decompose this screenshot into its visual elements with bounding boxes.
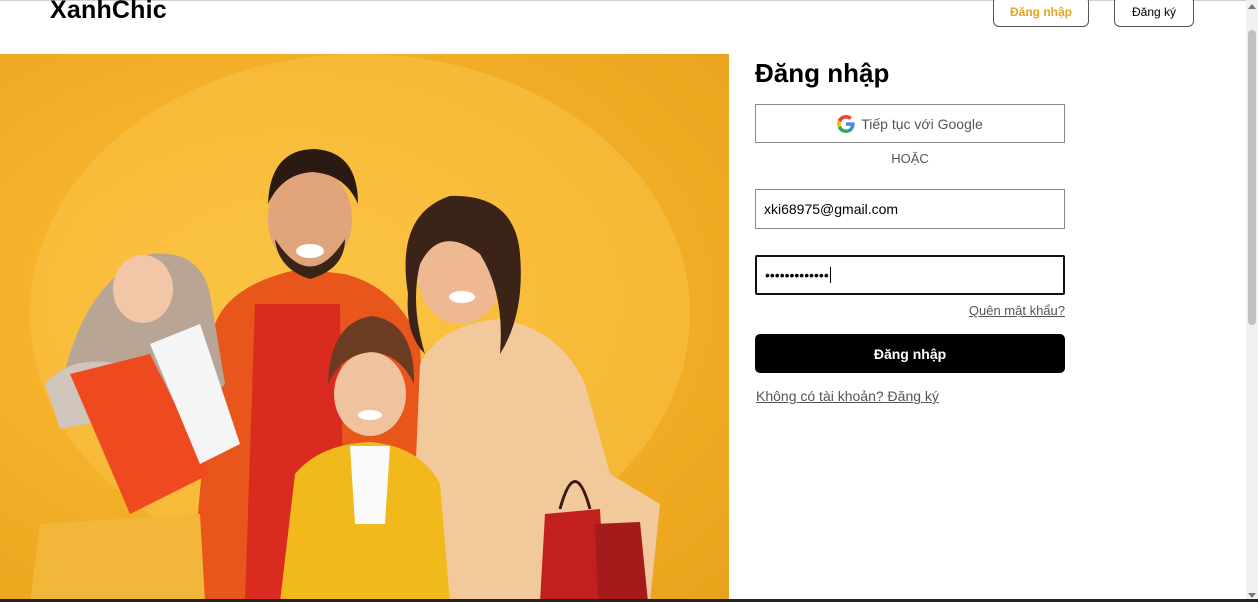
signup-link[interactable]: Không có tài khoản? Đăng ký [756, 388, 939, 404]
hero-image [0, 54, 729, 602]
page-title: Đăng nhập [755, 58, 890, 88]
password-value: ••••••••••••• [765, 267, 829, 283]
header-signup-button[interactable]: Đăng ký [1114, 0, 1194, 27]
family-shopping-photo [30, 54, 690, 602]
or-divider: HOẶC [891, 151, 929, 166]
page: XanhChic Đăng nhập Đăng ký Đăng nhập Tiế… [0, 0, 1258, 602]
brand-logo[interactable]: XanhChic [50, 0, 167, 25]
google-login-label: Tiếp tục với Google [861, 115, 983, 132]
login-submit-button[interactable]: Đăng nhập [755, 334, 1065, 373]
page-scrollbar[interactable] [1246, 0, 1258, 602]
forgot-password-link[interactable]: Quên mật khẩu? [900, 303, 1065, 318]
scroll-down-icon[interactable] [1248, 593, 1256, 598]
scroll-up-icon[interactable] [1248, 4, 1256, 9]
google-login-button[interactable]: Tiếp tục với Google [755, 104, 1065, 143]
password-field[interactable]: ••••••••••••• [755, 255, 1065, 295]
header-login-button[interactable]: Đăng nhập [993, 0, 1089, 27]
text-caret [829, 267, 831, 283]
scroll-thumb[interactable] [1248, 30, 1256, 325]
email-field[interactable]: xki68975@gmail.com [755, 189, 1065, 229]
email-value: xki68975@gmail.com [764, 201, 899, 217]
google-icon [837, 114, 855, 133]
